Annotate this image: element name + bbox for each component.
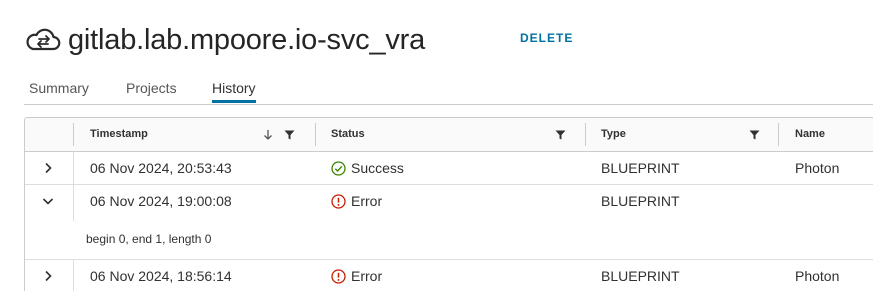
name-cell: Photon <box>795 160 840 176</box>
column-header-name[interactable]: Name <box>795 118 825 151</box>
name-cell: Photon <box>795 268 840 284</box>
cloud-sync-icon <box>26 28 61 51</box>
datagrid-header: Timestamp Status Type Name <box>25 118 873 152</box>
row-detail-message: begin 0, end 1, length 0 <box>86 232 212 246</box>
row-divider <box>73 260 74 291</box>
filter-icon[interactable] <box>284 130 295 140</box>
type-cell: BLUEPRINT <box>601 268 680 284</box>
chevron-right-icon[interactable] <box>40 160 56 176</box>
tab-summary[interactable]: Summary <box>29 80 89 103</box>
table-row-expanded[interactable]: 06 Nov 2024, 19:00:08 Error BLUEPRINT be… <box>25 185 873 260</box>
row-divider <box>73 152 74 184</box>
exclamation-circle-icon <box>331 193 346 209</box>
column-separator <box>585 123 586 146</box>
tab-projects[interactable]: Projects <box>126 80 177 103</box>
status-cell: Error <box>331 193 382 209</box>
status-cell: Error <box>331 268 382 284</box>
page-header: gitlab.lab.mpoore.io-svc_vra <box>24 18 425 62</box>
status-cell: Success <box>331 160 404 176</box>
table-row[interactable]: 06 Nov 2024, 18:56:14 Error BLUEPRINT Ph… <box>25 260 873 291</box>
page-title: gitlab.lab.mpoore.io-svc_vra <box>68 23 426 56</box>
column-separator <box>315 123 316 146</box>
column-separator <box>778 123 779 146</box>
type-cell: BLUEPRINT <box>601 160 680 176</box>
delete-button[interactable]: DELETE <box>520 31 573 45</box>
filter-icon[interactable] <box>555 130 566 140</box>
chevron-down-icon[interactable] <box>40 193 56 209</box>
sort-descending-icon[interactable] <box>263 129 273 141</box>
status-text: Success <box>351 160 404 176</box>
column-header-type[interactable]: Type <box>601 118 626 151</box>
status-text: Error <box>351 268 383 284</box>
history-page: gitlab.lab.mpoore.io-svc_vra DELETE Summ… <box>0 0 873 291</box>
table-row[interactable]: 06 Nov 2024, 20:53:43 Success BLUEPRINT … <box>25 152 873 185</box>
timestamp-cell: 06 Nov 2024, 19:00:08 <box>90 193 232 209</box>
chevron-right-icon[interactable] <box>40 268 56 284</box>
timestamp-cell: 06 Nov 2024, 20:53:43 <box>90 160 232 176</box>
status-text: Error <box>351 193 383 209</box>
column-header-timestamp[interactable]: Timestamp <box>90 118 148 151</box>
tab-bar: Summary Projects History <box>24 76 873 105</box>
history-datagrid: Timestamp Status Type Name 06 Nov 2024, … <box>24 117 873 291</box>
exclamation-circle-icon <box>331 268 346 284</box>
type-cell: BLUEPRINT <box>601 193 680 209</box>
filter-icon[interactable] <box>749 130 760 140</box>
timestamp-cell: 06 Nov 2024, 18:56:14 <box>90 268 232 284</box>
check-circle-icon <box>331 160 346 176</box>
column-separator <box>73 123 74 146</box>
column-header-status[interactable]: Status <box>331 118 365 151</box>
row-divider <box>73 185 74 221</box>
tab-history[interactable]: History <box>212 80 256 103</box>
